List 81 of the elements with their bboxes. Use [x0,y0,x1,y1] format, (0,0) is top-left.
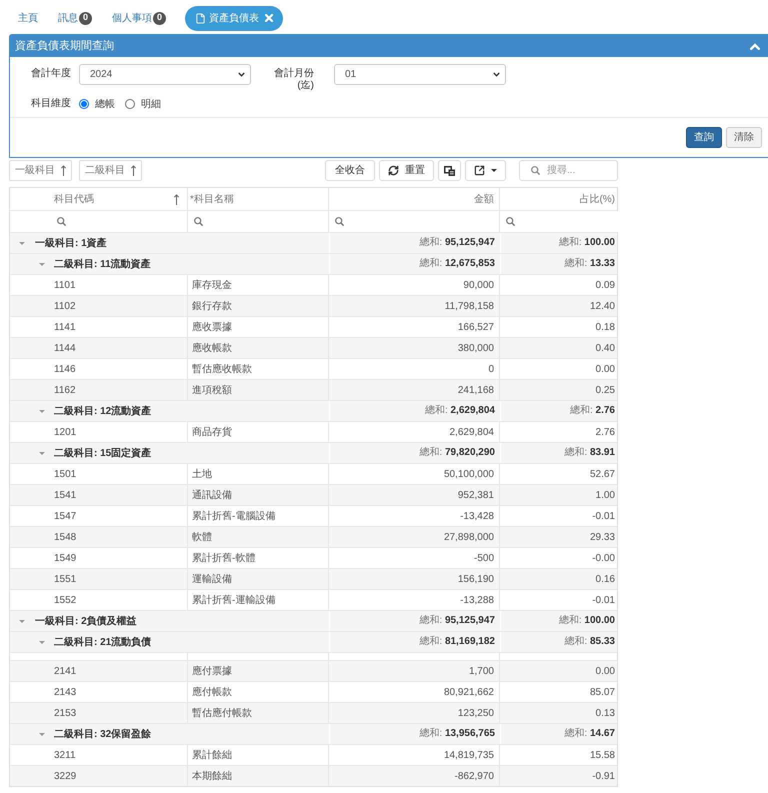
close-icon[interactable] [265,14,273,22]
radio-button[interactable] [125,99,135,109]
copy-icon [444,166,455,176]
field-label: 會計年度 [30,66,71,80]
table-cell: -862,970 [329,766,500,786]
table-cell-text: 0.00 [594,362,616,376]
column-header[interactable]: 金額 [329,188,500,210]
table-cell-text: 0.00 [594,664,616,678]
table-cell-text: 2.76 [594,426,616,440]
group-label: 二級科目: 11流動資產 [54,257,151,272]
arrow-up-icon[interactable] [131,165,136,176]
dropdown-field[interactable]: 01 [334,64,506,85]
column-header[interactable]: 占比(%) [500,188,619,210]
toolbar-button[interactable]: 重置 [379,160,434,181]
chevron-down-icon [493,72,500,77]
search-icon [335,217,344,226]
field-label: 科目維度 [30,98,71,110]
table-cell-text: 1.00 [594,488,616,502]
group-label: 二級科目: 32保留盈餘 [54,728,152,742]
caret-down-icon[interactable] [39,410,45,412]
caret-down-icon[interactable] [39,262,45,266]
chevron-up-icon[interactable] [750,42,760,50]
table-cell-text: 0.13 [594,706,616,720]
caret-down-icon[interactable] [39,640,45,644]
table-cell-text: 0.25 [594,384,616,398]
caret-down-icon[interactable] [39,732,45,736]
table-cell-text: 52.67 [588,468,616,482]
group-label: 二級科目: 21流動負債 [54,635,152,650]
group-chip[interactable]: 一級科目 [9,160,72,181]
toolbar-button[interactable]: 全收合 [325,160,375,181]
column-header[interactable]: 科目代碼 [10,188,188,210]
table-cell-text: 0.16 [594,572,616,586]
refresh-icon [388,165,399,176]
radio-label[interactable]: 總帳 [95,96,115,112]
clear-button[interactable]: 清除 [726,127,762,148]
caret-down-icon [491,169,497,172]
table-cell-text: -0.91 [591,770,616,784]
table-cell-text: 29.33 [588,530,616,544]
table-cell-text: -0.01 [591,510,616,524]
table-cell-text: 12.40 [588,300,616,314]
panel-title: 資產負債表期間查詢 [15,38,114,54]
table-cell-text: -0.01 [591,594,616,608]
tab[interactable]: 個人事項 0 [103,6,175,30]
field-label: 會計月份 (迄) [273,66,314,92]
count-badge: 0 [79,12,92,24]
export-icon [474,165,485,176]
radio-label[interactable]: 明細 [141,96,161,112]
radio-button[interactable] [79,99,89,109]
group-label: 一級科目: 1資產 [35,236,107,250]
group-label: 二級科目: 15固定資產 [54,446,152,460]
icon-button[interactable] [438,160,461,181]
table-cell-text: 0.09 [594,278,616,292]
count-badge: 0 [153,12,166,24]
table-cell-text: 85.07 [588,686,616,700]
table-cell-text: 0.40 [594,342,616,356]
group-label: 二級科目: 12流動資產 [54,404,152,418]
table-cell: 3229 [10,766,188,786]
file-icon [195,12,206,24]
search-icon [194,217,203,226]
search-field[interactable]: 搜尋... [519,160,618,181]
table-cell-text: 15.58 [588,748,616,762]
search-icon [57,217,66,226]
caret-down-icon[interactable] [19,620,25,622]
group-chip[interactable]: 二級科目 [79,160,142,181]
group-label: 一級科目: 2負債及權益 [35,614,137,628]
dropdown-field[interactable]: 2024 [79,64,251,85]
column-header[interactable]: *科目名稱 [188,188,329,210]
table-cell: 本期餘絀 [188,766,329,786]
search-icon [506,217,515,226]
dropdown-button[interactable] [465,160,506,181]
search-icon [531,166,540,175]
arrow-up-icon[interactable] [174,194,179,204]
table-cell-text: -0.00 [591,552,616,566]
caret-down-icon[interactable] [19,242,25,244]
caret-down-icon[interactable] [39,452,45,454]
chevron-down-icon [238,72,245,77]
tab[interactable]: 訊息 0 [49,6,101,30]
query-button[interactable]: 查詢 [686,127,722,148]
tab[interactable]: 主頁 [9,6,47,30]
arrow-up-icon[interactable] [61,165,66,176]
table-cell-text: 0.18 [594,320,616,334]
